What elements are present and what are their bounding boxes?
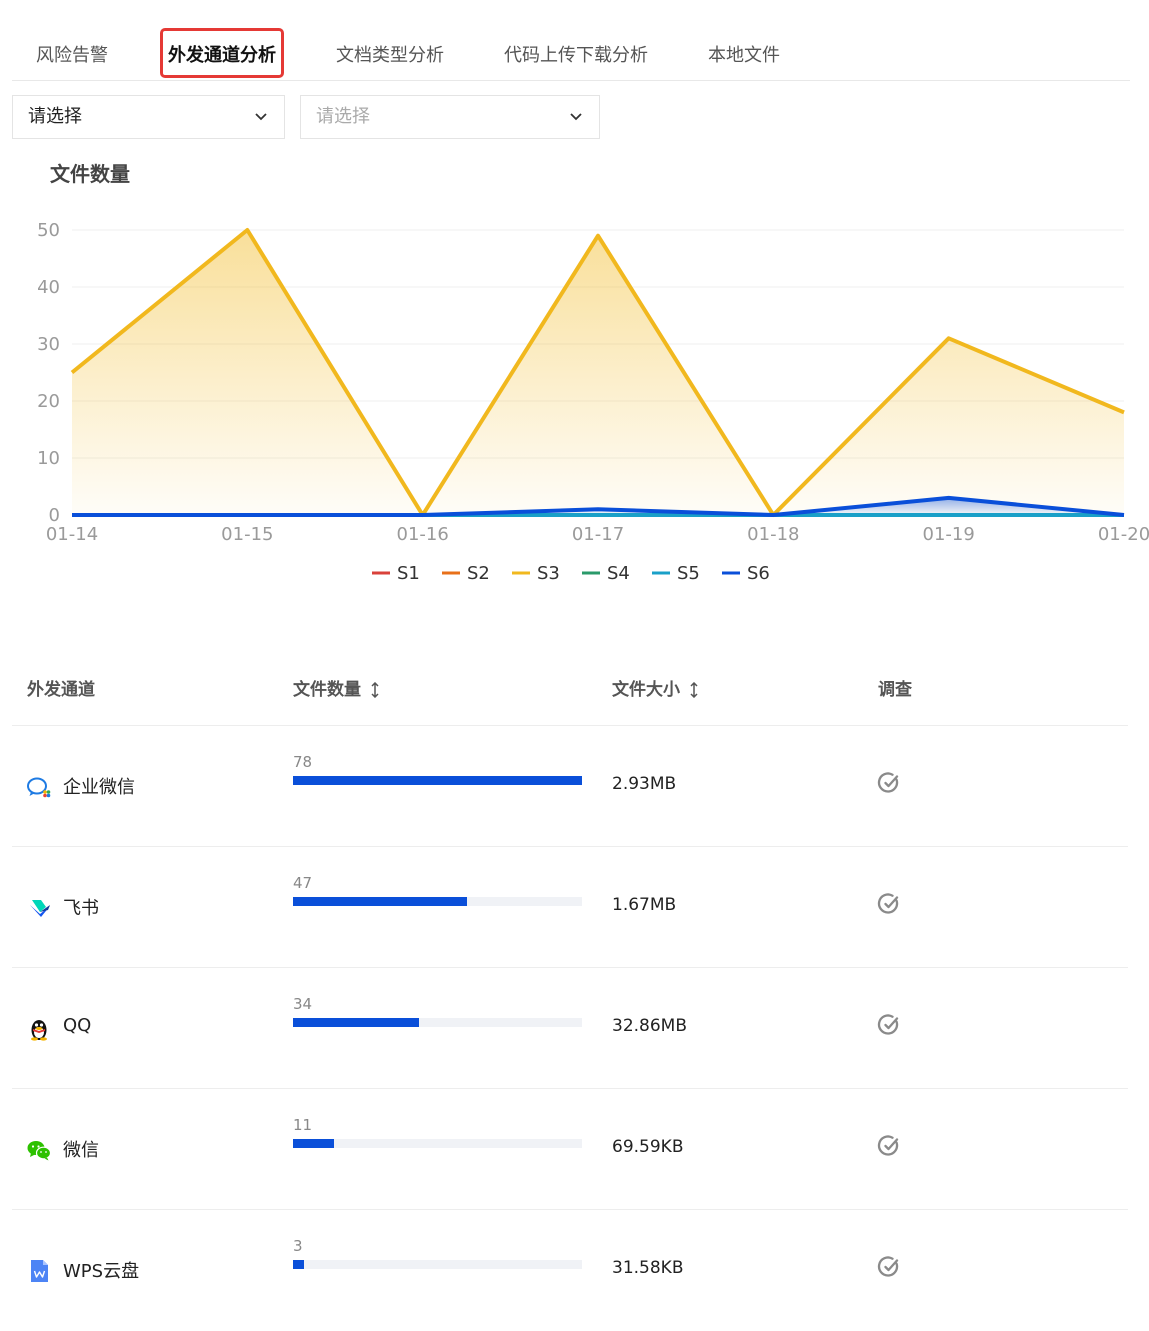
- chevron-down-icon: [570, 113, 582, 121]
- column-header-size-label: 文件大小: [612, 680, 680, 700]
- tab-risk-alert[interactable]: 风险告警: [36, 22, 108, 80]
- filter-select-2[interactable]: 请选择: [300, 95, 600, 139]
- x-tick-label: 01-15: [221, 524, 273, 545]
- column-header-investigate: 调查: [878, 680, 912, 700]
- legend-item-s5: S5: [652, 563, 700, 584]
- table-row: 微信 11 69.59KB: [12, 1088, 1128, 1210]
- file-count-bar: [293, 897, 582, 906]
- file-count-value: 34: [293, 995, 313, 1013]
- tab-local-files[interactable]: 本地文件: [708, 22, 780, 80]
- x-tick-label: 01-17: [572, 524, 624, 545]
- legend-label: S2: [467, 563, 490, 584]
- sort-icon[interactable]: [690, 682, 698, 698]
- investigate-icon[interactable]: [877, 1255, 901, 1279]
- wecom-icon: [27, 777, 51, 798]
- table-row: 飞书 47 1.67MB: [12, 846, 1128, 968]
- x-tick-label: 01-19: [923, 524, 975, 545]
- column-header-size[interactable]: 文件大小: [612, 675, 698, 700]
- channel-name: 微信: [63, 1140, 99, 1161]
- legend-label: S4: [607, 563, 630, 584]
- feishu-icon: [30, 900, 50, 917]
- column-header-channel: 外发通道: [27, 680, 95, 700]
- y-tick-label: 40: [37, 277, 60, 298]
- channel-name: WPS云盘: [63, 1261, 140, 1282]
- file-count-chart: 0 10 20 30 40 50 01-14 01-15 01-16 01-17 01-18 01-1…: [37, 220, 1149, 584]
- y-tick-label: 20: [37, 391, 60, 412]
- qq-icon: [31, 1020, 47, 1041]
- legend-label: S5: [677, 563, 700, 584]
- column-header-count[interactable]: 文件数量: [293, 675, 379, 700]
- investigate-icon[interactable]: [877, 1134, 901, 1158]
- file-count-bar-fill: [293, 776, 582, 785]
- chart-title: 文件数量: [50, 162, 130, 186]
- table-row: QQ 34 32.86MB: [12, 967, 1128, 1089]
- investigate-icon[interactable]: [877, 771, 901, 795]
- tab-outbound-channel-analysis[interactable]: 外发通道分析: [168, 22, 276, 80]
- filter-select-1[interactable]: 请选择: [12, 95, 285, 139]
- file-count-bar: [293, 1260, 582, 1269]
- file-count-bar: [293, 1139, 582, 1148]
- legend-label: S6: [747, 563, 770, 584]
- wps-cloud-icon: [31, 1260, 48, 1282]
- investigate-icon[interactable]: [877, 1013, 901, 1037]
- file-size-value: 32.86MB: [612, 1016, 687, 1036]
- tab-bar: 风险告警 外发通道分析 文档类型分析 代码上传下载分析 本地文件: [12, 22, 1130, 81]
- file-count-bar: [293, 776, 582, 785]
- file-count-bar-fill: [293, 897, 468, 906]
- y-tick-label: 50: [37, 220, 60, 241]
- column-header-count-label: 文件数量: [293, 680, 361, 700]
- legend-label: S3: [537, 563, 560, 584]
- file-count-bar-fill: [293, 1260, 305, 1269]
- tab-code-upload-download-analysis[interactable]: 代码上传下载分析: [504, 22, 648, 80]
- x-tick-label: 01-18: [747, 524, 799, 545]
- y-tick-label: 30: [37, 334, 60, 355]
- legend-item-s3: S3: [512, 563, 560, 584]
- channel-name: QQ: [63, 1015, 92, 1036]
- y-tick-label: 10: [37, 448, 60, 469]
- wechat-icon: [27, 1141, 52, 1161]
- file-count-value: 78: [293, 753, 313, 771]
- legend-label: S1: [397, 563, 420, 584]
- filter-select-2-placeholder: 请选择: [316, 106, 370, 127]
- legend-item-s1: S1: [372, 563, 420, 584]
- file-count-value: 3: [293, 1237, 303, 1255]
- file-size-value: 1.67MB: [612, 895, 677, 915]
- table-row: WPS云盘 3 31.58KB: [12, 1209, 1128, 1331]
- legend-item-s4: S4: [582, 563, 630, 584]
- file-count-value: 11: [293, 1116, 313, 1134]
- y-tick-label: 0: [49, 505, 60, 526]
- file-size-value: 31.58KB: [612, 1258, 684, 1278]
- investigate-icon[interactable]: [877, 892, 901, 916]
- file-count-bar-fill: [293, 1018, 419, 1027]
- legend-item-s2: S2: [442, 563, 490, 584]
- sort-icon[interactable]: [371, 682, 379, 698]
- chevron-down-icon: [255, 113, 267, 121]
- channel-name: 飞书: [63, 898, 99, 919]
- x-tick-label: 01-16: [397, 524, 449, 545]
- filter-select-1-value: 请选择: [28, 106, 82, 127]
- x-tick-label: 01-20: [1098, 524, 1149, 545]
- file-count-bar-fill: [293, 1139, 334, 1148]
- file-count-bar: [293, 1018, 582, 1027]
- file-size-value: 69.59KB: [612, 1137, 684, 1157]
- series-area-s3: [72, 230, 1124, 515]
- file-size-value: 2.93MB: [612, 774, 677, 794]
- x-tick-label: 01-14: [46, 524, 98, 545]
- channel-name: 企业微信: [63, 777, 135, 798]
- file-count-value: 47: [293, 874, 313, 892]
- legend-item-s6: S6: [722, 563, 770, 584]
- tab-document-type-analysis[interactable]: 文档类型分析: [336, 22, 444, 80]
- table-row: 企业微信 78 2.93MB: [12, 725, 1128, 847]
